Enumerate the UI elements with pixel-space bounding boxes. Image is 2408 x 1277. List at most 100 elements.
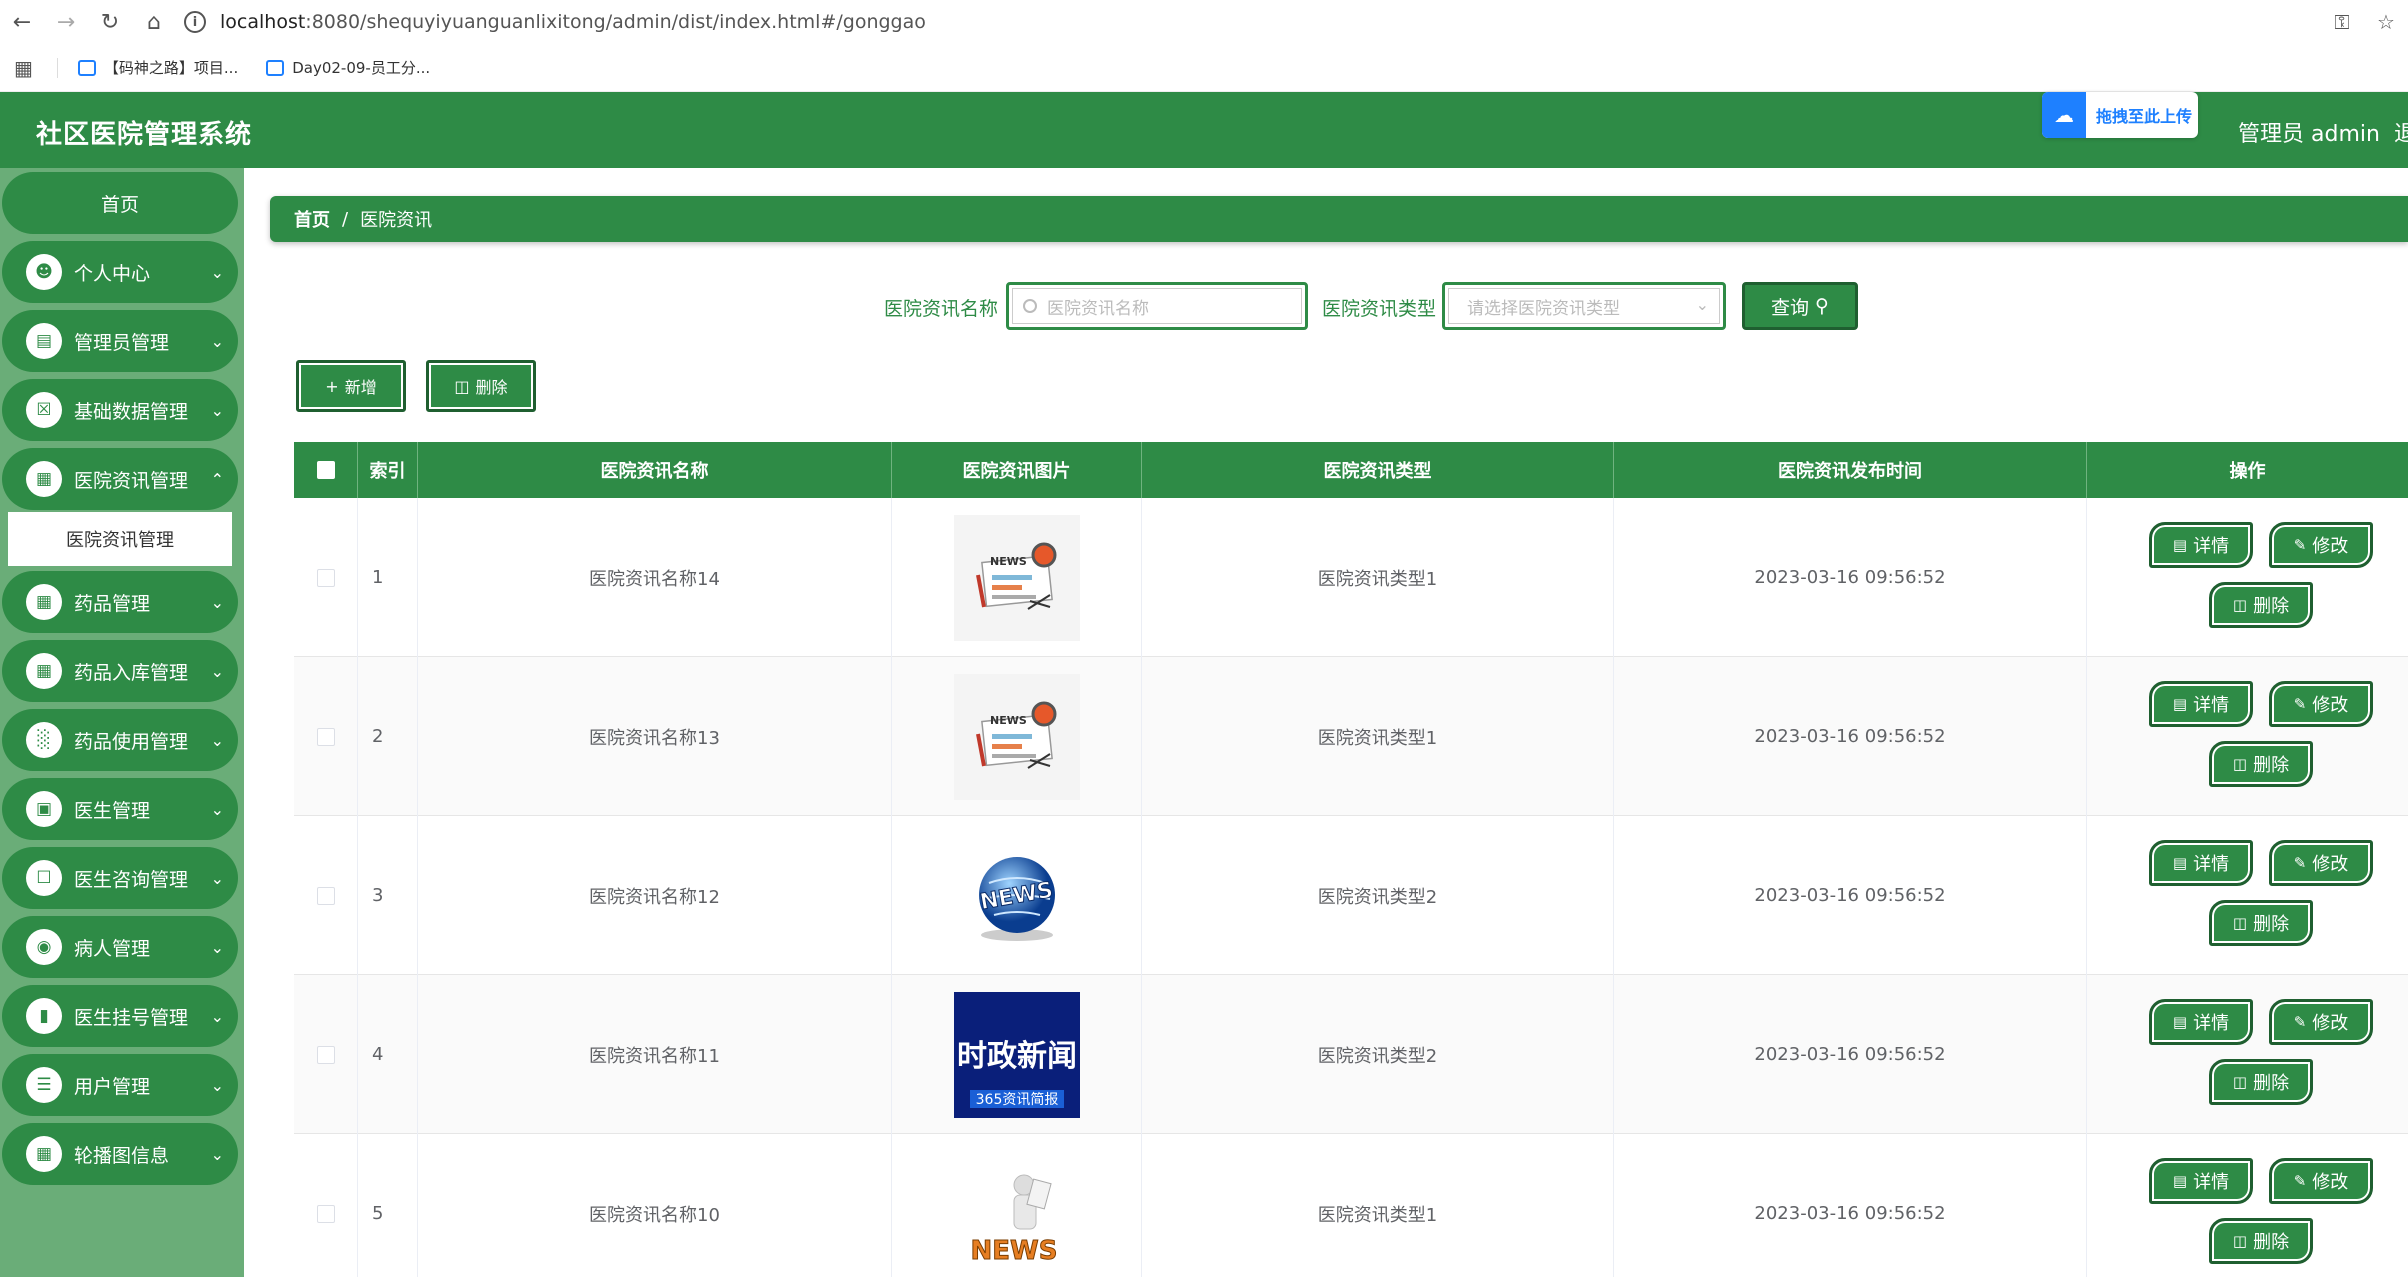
forward-icon[interactable]: →	[44, 0, 88, 44]
query-button[interactable]: 查询 ⚲	[1742, 282, 1858, 330]
grid-icon: ▦	[26, 653, 62, 689]
bookmark-item[interactable]: Day02-09-员工分...	[266, 57, 430, 78]
news-figure-image: NEWS	[953, 1150, 1080, 1277]
row-index: 2	[358, 657, 418, 816]
apps-grid-icon[interactable]: ▦	[14, 56, 33, 80]
delete-button[interactable]: ◫ 删除	[2209, 1218, 2313, 1264]
row-name: 医院资讯名称14	[418, 498, 892, 657]
select-all-checkbox[interactable]	[316, 461, 335, 479]
detail-button[interactable]: ▤ 详情	[2149, 522, 2253, 568]
row-actions: ▤ 详情 ✎ 修改 ◫ 删除	[2087, 816, 2408, 975]
location-icon: ◉	[26, 929, 62, 965]
clipboard-icon: ☒	[26, 392, 62, 428]
pencil-icon: ✎	[2293, 536, 2307, 554]
sidebar-item-base-data[interactable]: ☒ 基础数据管理 ⌄	[2, 379, 238, 441]
sidebar-item-drug-usage[interactable]: ░ 药品使用管理 ⌄	[2, 709, 238, 771]
add-button[interactable]: + 新增	[296, 360, 406, 412]
star-icon[interactable]: ☆	[2364, 10, 2408, 34]
sidebar-item-users[interactable]: ☰ 用户管理 ⌄	[2, 1054, 238, 1116]
delete-button[interactable]: ◫ 删除	[2209, 741, 2313, 787]
row-time: 2023-03-16 09:56:52	[1614, 657, 2087, 816]
delete-button[interactable]: ◫ 删除	[2209, 1059, 2313, 1105]
upload-label: 拖拽至此上传	[2096, 107, 2193, 126]
edit-button[interactable]: ✎ 修改	[2269, 522, 2373, 568]
sidebar-item-doctors[interactable]: ▣ 医生管理 ⌄	[2, 778, 238, 840]
cloud-icon: ☁	[2042, 92, 2086, 138]
row-index: 5	[358, 1134, 418, 1277]
news-name-input[interactable]: 医院资讯名称	[1006, 282, 1308, 330]
trash-icon: ◫	[454, 376, 470, 396]
row-actions: ▤ 详情 ✎ 修改 ◫ 删除	[2087, 975, 2408, 1134]
logout-link[interactable]: 退	[2394, 116, 2408, 148]
edit-button[interactable]: ✎ 修改	[2269, 840, 2373, 886]
chevron-down-icon: ⌄	[210, 262, 224, 282]
detail-button[interactable]: ▤ 详情	[2149, 681, 2253, 727]
row-name: 医院资讯名称12	[418, 816, 892, 975]
edit-button[interactable]: ✎ 修改	[2269, 681, 2373, 727]
batch-delete-button[interactable]: ◫ 删除	[426, 360, 536, 412]
row-type: 医院资讯类型2	[1142, 975, 1614, 1134]
sidebar-item-home[interactable]: 首页	[2, 172, 238, 234]
row-checkbox[interactable]	[316, 568, 335, 587]
url-field[interactable]: i localhost:8080/shequyiyuanguanlixitong…	[184, 5, 926, 39]
submenu-item-news-manage[interactable]: 医院资讯管理	[8, 512, 232, 566]
breadcrumb-separator: /	[342, 208, 349, 230]
delete-button[interactable]: ◫ 删除	[2209, 900, 2313, 946]
detail-button[interactable]: ▤ 详情	[2149, 840, 2253, 886]
pencil-icon: ✎	[2293, 1013, 2307, 1031]
row-name: 医院资讯名称11	[418, 975, 892, 1134]
edit-button[interactable]: ✎ 修改	[2269, 1158, 2373, 1204]
pencil-icon: ✎	[2293, 1172, 2307, 1190]
breadcrumb-home[interactable]: 首页	[294, 206, 330, 232]
key-icon[interactable]: ⚿	[2320, 10, 2364, 34]
row-checkbox[interactable]	[316, 886, 335, 905]
news-banner-image: 时政新闻 365资讯简报	[953, 991, 1080, 1118]
sidebar-item-patients[interactable]: ◉ 病人管理 ⌄	[2, 916, 238, 978]
sidebar-item-registration[interactable]: ▮ 医生挂号管理 ⌄	[2, 985, 238, 1047]
row-image-cell: NEWS	[892, 816, 1142, 975]
upload-drop-button[interactable]: ☁ 拖拽至此上传	[2042, 92, 2198, 138]
detail-button[interactable]: ▤ 详情	[2149, 1158, 2253, 1204]
back-icon[interactable]: ←	[0, 0, 44, 44]
row-image-cell: NEWS	[892, 1134, 1142, 1277]
info-icon[interactable]: i	[184, 11, 206, 33]
home-icon[interactable]: ⌂	[132, 0, 176, 44]
sidebar-item-profile[interactable]: ☻ 个人中心 ⌄	[2, 241, 238, 303]
reload-icon[interactable]: ↻	[88, 0, 132, 44]
book-icon: ▮	[26, 998, 62, 1034]
row-checkbox[interactable]	[316, 727, 335, 746]
header-time: 医院资讯发布时间	[1614, 442, 2087, 498]
document-icon: ▤	[2172, 1013, 2188, 1031]
trash-icon: ◫	[2232, 596, 2248, 614]
row-image-cell: NEWS	[892, 498, 1142, 657]
sidebar-item-news[interactable]: ▦ 医院资讯管理 ⌃	[2, 448, 238, 510]
sidebar-item-drugs[interactable]: ▦ 药品管理 ⌄	[2, 571, 238, 633]
row-actions: ▤ 详情 ✎ 修改 ◫ 删除	[2087, 657, 2408, 816]
chevron-down-icon: ⌄	[210, 661, 224, 681]
detail-button[interactable]: ▤ 详情	[2149, 999, 2253, 1045]
browser-address-bar: ← → ↻ ⌂ i localhost:8080/shequyiyuanguan…	[0, 0, 2408, 44]
sidebar-item-consult[interactable]: ☐ 医生咨询管理 ⌄	[2, 847, 238, 909]
row-checkbox[interactable]	[316, 1045, 335, 1064]
sidebar-item-carousel[interactable]: ▦ 轮播图信息 ⌄	[2, 1123, 238, 1185]
bar-chart-icon: ░	[26, 722, 62, 758]
sidebar-item-drug-stock[interactable]: ▦ 药品入库管理 ⌄	[2, 640, 238, 702]
delete-button[interactable]: ◫ 删除	[2209, 582, 2313, 628]
row-checkbox[interactable]	[316, 1204, 335, 1223]
search-icon	[1023, 299, 1037, 313]
row-select-cell	[294, 657, 358, 816]
search-icon: ⚲	[1815, 295, 1829, 317]
svg-text:NEWS: NEWS	[990, 714, 1027, 727]
header-type: 医院资讯类型	[1142, 442, 1614, 498]
bookmarks-bar: ▦ 【码神之路】项目... Day02-09-员工分...	[0, 44, 2408, 92]
row-select-cell	[294, 975, 358, 1134]
news-type-select[interactable]: 请选择医院资讯类型 ⌄	[1442, 282, 1726, 330]
table-row: 3 医院资讯名称12 NEWS 医院资讯类型2 2023-03-16 09:56:52 ▤…	[294, 816, 2408, 975]
news-paper-image: NEWS	[953, 673, 1080, 800]
table-row: 5 医院资讯名称10 NEWS 医院资讯类型1 2023-03-16 09:56:52 ▤…	[294, 1134, 2408, 1277]
row-type: 医院资讯类型1	[1142, 657, 1614, 816]
news-name-label: 医院资讯名称	[884, 298, 999, 320]
edit-button[interactable]: ✎ 修改	[2269, 999, 2373, 1045]
bookmark-item[interactable]: 【码神之路】项目...	[77, 57, 238, 78]
sidebar-item-admins[interactable]: ▤ 管理员管理 ⌄	[2, 310, 238, 372]
